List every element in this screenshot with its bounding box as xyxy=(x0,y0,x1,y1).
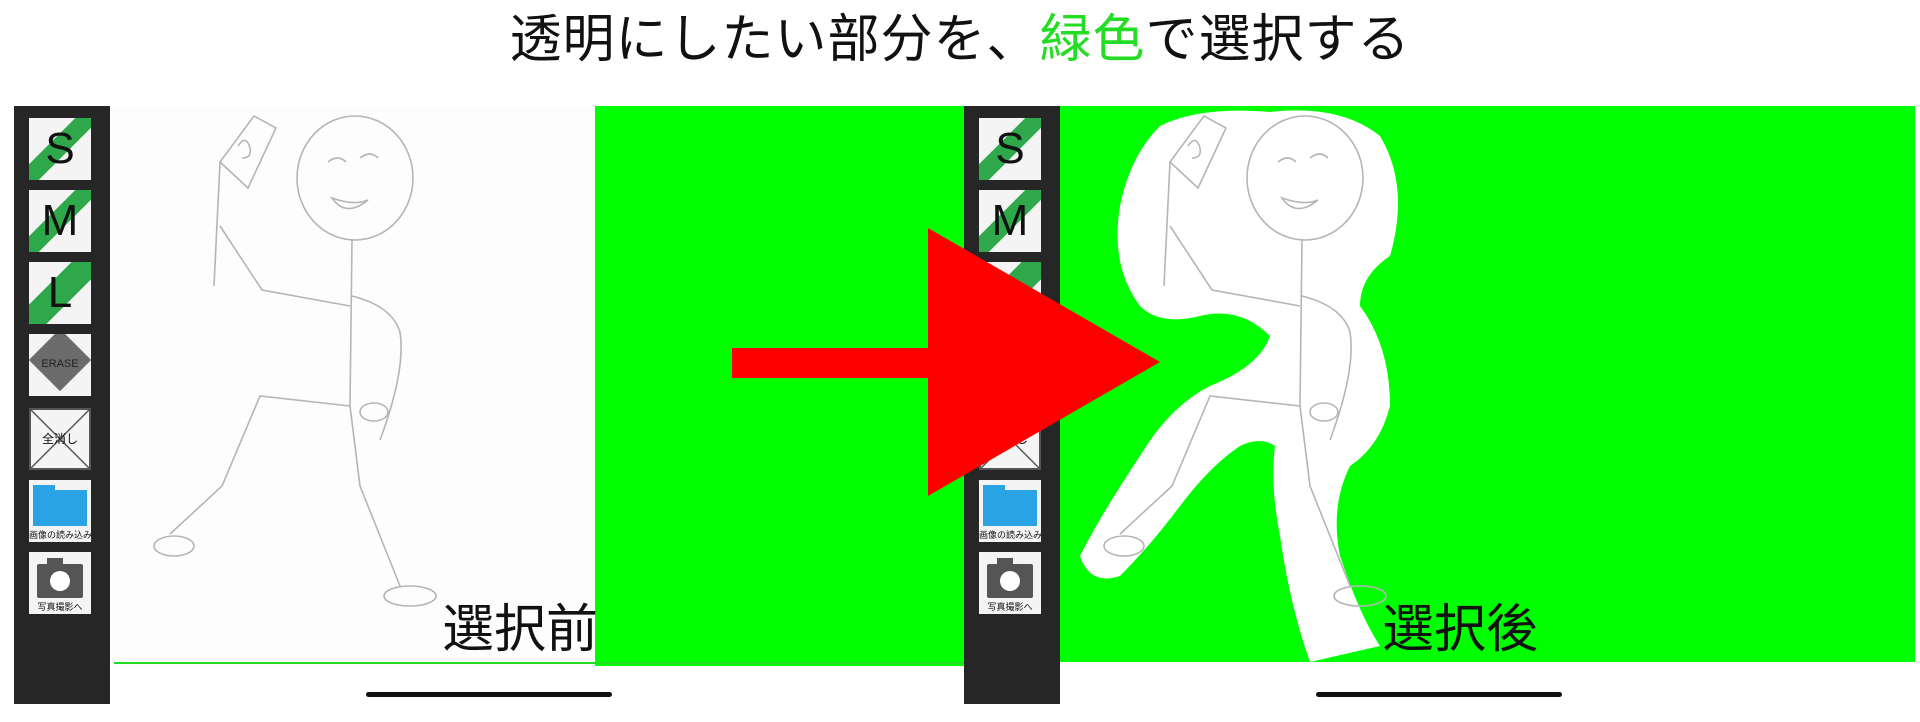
after-label: 選択後 xyxy=(1382,600,1539,660)
pen-small-button[interactable]: S xyxy=(979,118,1041,180)
pen-small-label: S xyxy=(995,124,1025,173)
canvas-bottom-line xyxy=(114,662,969,664)
clear-all-button[interactable]: 全消し xyxy=(29,408,91,470)
erase-button[interactable]: ERASE xyxy=(979,334,1041,396)
clear-all-button[interactable]: 全消し xyxy=(979,408,1041,470)
drawing-canvas[interactable] xyxy=(110,106,969,666)
stick-figure-drawing-selected xyxy=(1060,106,1915,662)
load-image-button[interactable]: 画像の読み込み xyxy=(29,480,91,542)
before-label: 選択前 xyxy=(442,600,599,660)
take-photo-label: 写真撮影へ xyxy=(37,603,83,613)
pen-medium-button[interactable]: M xyxy=(29,190,91,252)
clear-all-label: 全消し xyxy=(41,432,78,446)
pen-large-label: L xyxy=(997,268,1023,317)
pen-medium-label: M xyxy=(41,196,79,245)
page-title: 透明にしたい部分を、緑色で選択する xyxy=(0,8,1920,72)
pen-large-button[interactable]: L xyxy=(979,262,1041,324)
title-text-before: 透明にしたい部分を、 xyxy=(509,10,1040,70)
tool-sidebar: S M L ERASE 全消し 画像の読み込み 写真撮影へ xyxy=(14,106,110,704)
erase-label: ERASE xyxy=(991,358,1029,370)
title-highlight: 緑色 xyxy=(1039,10,1146,70)
take-photo-label: 写真撮影へ xyxy=(987,603,1033,613)
pen-small-button[interactable]: S xyxy=(29,118,91,180)
take-photo-button[interactable]: 写真撮影へ xyxy=(979,552,1041,614)
load-image-button[interactable]: 画像の読み込み xyxy=(979,480,1041,542)
tool-sidebar: S M L ERASE 全消し 画像の読み込み 写真撮影へ xyxy=(964,106,1060,704)
take-photo-button[interactable]: 写真撮影へ xyxy=(29,552,91,614)
home-indicator xyxy=(1316,692,1562,697)
after-panel: S M L ERASE 全消し 画像の読み込み 写真撮影へ 選択後 xyxy=(964,106,1919,704)
load-image-label: 画像の読み込み xyxy=(979,531,1041,541)
drawing-canvas[interactable] xyxy=(1060,106,1919,666)
sketch-lines xyxy=(153,114,437,607)
erase-button[interactable]: ERASE xyxy=(29,334,91,396)
folder-icon xyxy=(983,490,1037,526)
pen-medium-button[interactable]: M xyxy=(979,190,1041,252)
pen-large-button[interactable]: L xyxy=(29,262,91,324)
load-image-label: 画像の読み込み xyxy=(29,531,91,541)
pen-large-label: L xyxy=(47,268,73,317)
pen-small-label: S xyxy=(45,124,75,173)
clear-all-label: 全消し xyxy=(991,432,1028,446)
stick-figure-drawing xyxy=(153,106,969,666)
title-text-after: で選択する xyxy=(1145,10,1411,70)
pen-medium-label: M xyxy=(991,196,1029,245)
home-indicator xyxy=(366,692,612,697)
before-panel: S M L ERASE 全消し 画像の読み込み 写真撮影へ 選択前 xyxy=(14,106,969,704)
green-selection-area xyxy=(595,106,969,666)
folder-icon xyxy=(33,490,87,526)
erase-label: ERASE xyxy=(41,358,79,370)
